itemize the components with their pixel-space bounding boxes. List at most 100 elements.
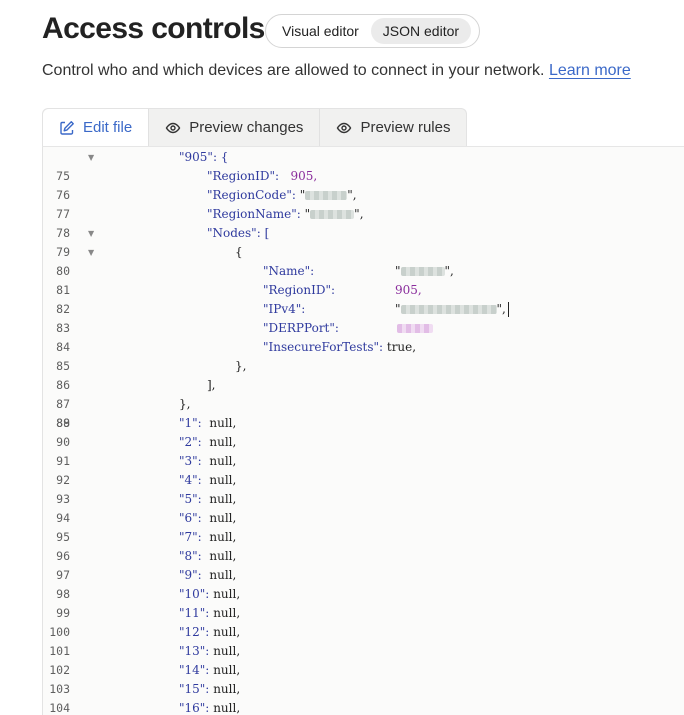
code-line: 88 }, [43,395,684,430]
json-key: "14": [179,663,210,677]
json-value: null, [209,473,237,487]
code-line: 86 }, [43,357,684,392]
json-value: true, [386,340,417,354]
line-number: 100 [49,625,70,639]
code-line: 75 ▼ "905": { [43,148,684,183]
json-key: "10": [179,587,210,601]
code-line: 90 "2": null, [43,433,684,452]
subtitle-text: Control who and which devices are allowe… [42,62,545,79]
json-editor-button[interactable]: JSON editor [370,18,472,44]
tab-label: Preview changes [189,119,304,136]
redacted-value [397,324,433,333]
json-key: "2": [179,435,202,449]
code-line: 81 "Name": " ", [43,262,684,297]
json-value: null, [213,663,241,677]
fold-arrow-icon[interactable]: ▼ [88,224,94,243]
json-key: "RegionID": [263,283,336,297]
code-line: 79 ▼ "Nodes": [ [43,224,684,259]
code-line: 100 "12": null, [43,623,684,642]
code-line: 77 "RegionCode": " ", [43,186,684,221]
json-key: "DERPPort": [263,321,339,335]
json-value: null, [213,625,241,639]
json-key: "13": [179,644,210,658]
tab-edit-file[interactable]: Edit file [43,109,150,146]
line-number: 98 [56,587,70,601]
eye-icon [336,120,352,136]
redacted-value [400,305,497,314]
code-line: 80 ▼ { [43,243,684,278]
line-number: 91 [56,454,70,468]
code-line: 87 ], [43,376,684,411]
tab-preview-changes[interactable]: Preview changes [149,109,321,146]
line-number: 102 [49,663,70,677]
json-punct: }, [235,359,247,373]
line-number: 93 [56,492,70,506]
code-line: 95 "7": null, [43,528,684,547]
json-key: "Nodes": [ [207,226,270,240]
editor-mode-toggle: Visual editor JSON editor [265,14,480,48]
line-number: 90 [56,435,70,449]
code-line: 104 "16": null, [43,699,684,715]
tab-preview-rules[interactable]: Preview rules [320,109,466,146]
json-key: "11": [179,606,210,620]
json-value: null, [213,644,241,658]
json-value: null, [209,416,237,430]
json-key: "RegionCode": [207,188,296,202]
tab-label: Edit file [83,119,133,136]
json-value: 905, [290,169,318,183]
editor-tabs: Edit file Preview changes Preview rules [42,108,468,146]
code-line: 83 "IPv4": " ", [43,300,684,335]
json-key: "4": [179,473,202,487]
line-number: 92 [56,473,70,487]
json-key: "RegionID": [207,169,280,183]
redacted-value [400,267,445,276]
tab-label: Preview rules [360,119,451,136]
json-punct: }, [179,397,191,411]
line-number: 89 [56,416,70,430]
json-value: null, [213,587,241,601]
json-value: null, [209,511,237,525]
json-value: null, [209,454,237,468]
code-line: 94 "6": null, [43,509,684,528]
page-title: Access controls [42,12,265,45]
json-key: "7": [179,530,202,544]
code-editor[interactable]: 75 ▼ "905": { 76 "RegionID": 905, 77 "Re… [42,146,684,715]
code-line: 96 "8": null, [43,547,684,566]
json-value: null, [213,606,241,620]
json-key: "5": [179,492,202,506]
json-key: "8": [179,549,202,563]
line-number: 101 [49,644,70,658]
json-value: null, [209,530,237,544]
line-number: 95 [56,530,70,544]
code-line: 92 "4": null, [43,471,684,490]
json-key: "RegionName": [207,207,301,221]
json-value: null, [209,492,237,506]
fold-arrow-icon[interactable]: ▼ [88,243,94,262]
code-line: 93 "5": null, [43,490,684,509]
visual-editor-button[interactable]: Visual editor [270,18,371,44]
region-key: "905": { [179,150,229,164]
line-number: 104 [49,701,70,715]
code-line: 76 "RegionID": 905, [43,167,684,202]
json-key: "Name": [263,264,315,278]
json-value: null, [213,682,241,696]
learn-more-link[interactable]: Learn more [549,62,631,79]
redacted-value [305,191,348,200]
json-key: "12": [179,625,210,639]
json-punct: { [235,245,243,259]
json-key: "1": [179,416,202,430]
json-key: "IPv4": [263,302,306,316]
json-punct: ], [207,378,216,392]
json-key: "16": [179,701,210,715]
eye-icon [165,120,181,136]
redacted-value [310,210,355,219]
code-line: 101 "13": null, [43,642,684,661]
fold-arrow-icon[interactable]: ▼ [88,148,94,167]
json-value: null, [209,435,237,449]
json-value: null, [209,568,237,582]
code-line: 99 "11": null, [43,604,684,623]
json-key: "9": [179,568,202,582]
edit-icon [59,120,75,136]
code-line: 102 "14": null, [43,661,684,680]
code-line: 82 "RegionID": 905, [43,281,684,316]
